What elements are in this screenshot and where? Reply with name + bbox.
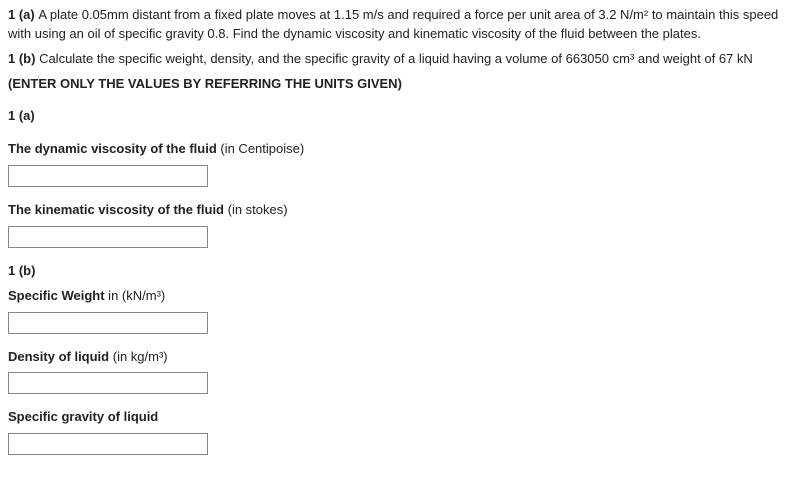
problem-1b-text: Calculate the specific weight, density, … (39, 51, 753, 66)
kinematic-viscosity-input[interactable] (8, 226, 208, 248)
kinematic-viscosity-label: The kinematic viscosity of the fluid (in… (8, 201, 797, 220)
specific-weight-input[interactable] (8, 312, 208, 334)
specific-gravity-input[interactable] (8, 433, 208, 455)
section-1a-heading: 1 (a) (8, 107, 797, 126)
problem-1a-prefix: 1 (a) (8, 7, 38, 22)
problem-1b-prefix: 1 (b) (8, 51, 39, 66)
problem-1b-statement: 1 (b) Calculate the specific weight, den… (8, 50, 797, 69)
specific-weight-label: Specific Weight in (kN/m³) (8, 287, 797, 306)
entry-instruction: (ENTER ONLY THE VALUES BY REFERRING THE … (8, 75, 797, 94)
density-label: Density of liquid (in kg/m³) (8, 348, 797, 367)
problem-1a-text: A plate 0.05mm distant from a fixed plat… (8, 7, 778, 41)
problem-1a-statement: 1 (a) A plate 0.05mm distant from a fixe… (8, 6, 797, 44)
specific-gravity-label: Specific gravity of liquid (8, 408, 797, 427)
section-1b-heading: 1 (b) (8, 262, 797, 281)
dynamic-viscosity-label: The dynamic viscosity of the fluid (in C… (8, 140, 797, 159)
dynamic-viscosity-input[interactable] (8, 165, 208, 187)
density-input[interactable] (8, 372, 208, 394)
